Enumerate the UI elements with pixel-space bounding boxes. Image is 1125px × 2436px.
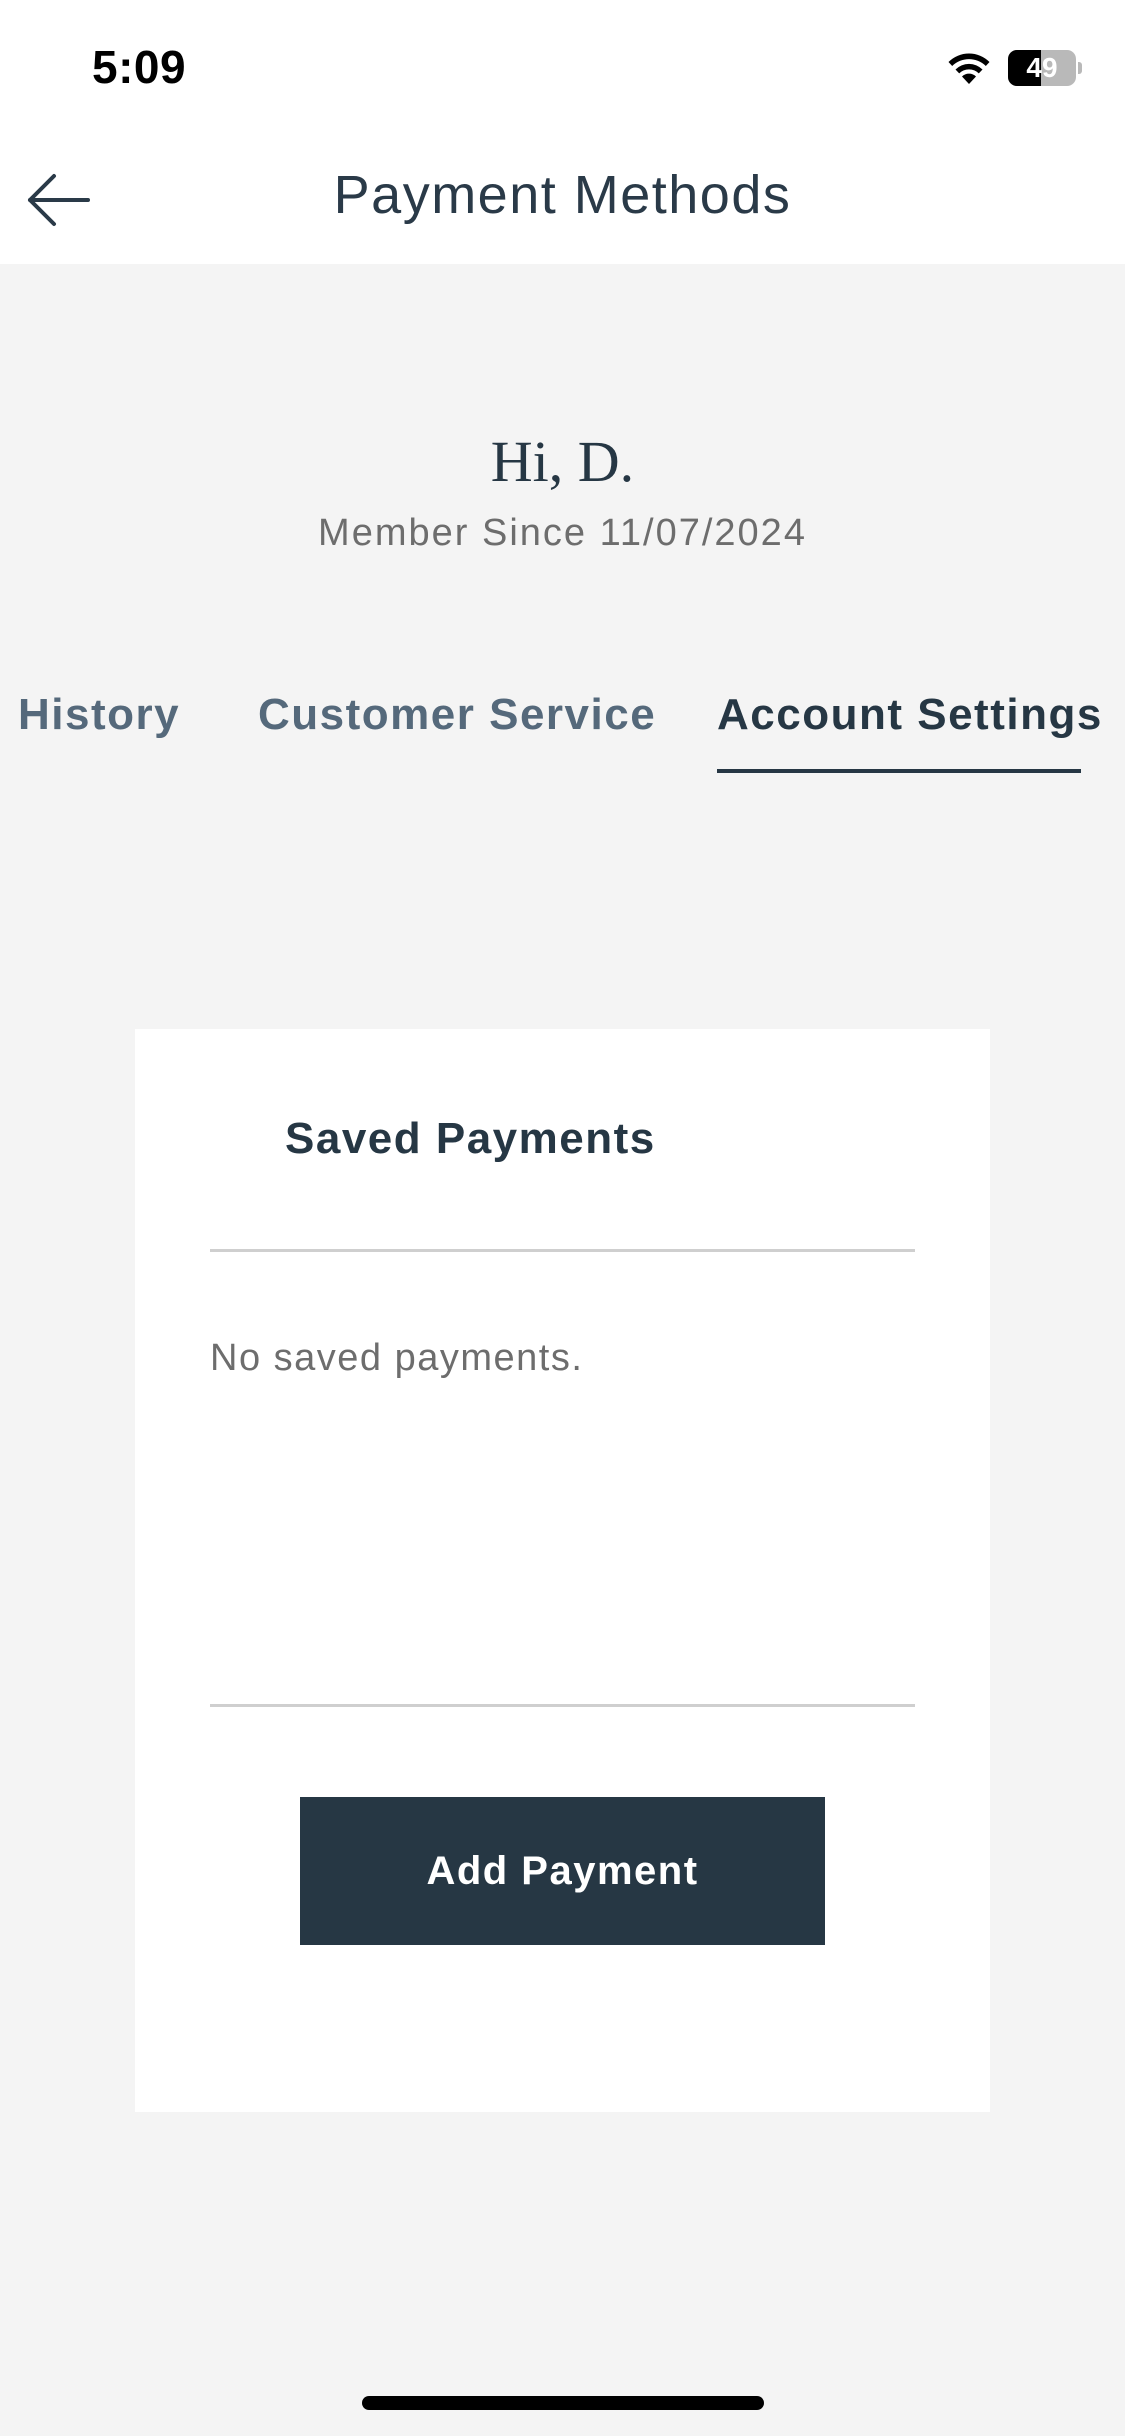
active-tab-indicator xyxy=(717,769,1081,773)
status-time: 5:09 xyxy=(92,41,187,93)
greeting-text: Hi, D. xyxy=(490,429,635,494)
home-indicator[interactable] xyxy=(362,2396,764,2410)
page-title: Payment Methods xyxy=(333,165,792,225)
tab-history[interactable]: History xyxy=(18,690,180,740)
battery-icon: 49 xyxy=(1008,50,1082,86)
add-payment-button[interactable]: Add Payment xyxy=(300,1797,825,1945)
saved-payments-title: Saved Payments xyxy=(285,1114,656,1163)
divider xyxy=(210,1249,915,1252)
tab-account-settings[interactable]: Account Settings xyxy=(717,690,1103,740)
member-since-text: Member Since 11/07/2024 xyxy=(318,512,807,554)
empty-state-message: No saved payments. xyxy=(210,1337,584,1379)
battery-level: 49 xyxy=(1026,52,1058,83)
saved-payments-card: Saved Payments No saved payments. Add Pa… xyxy=(135,1029,990,2112)
status-bar: 5:09 49 xyxy=(0,0,1125,140)
navigation-header: Payment Methods xyxy=(0,140,1125,264)
divider xyxy=(210,1704,915,1707)
tab-customer-service[interactable]: Customer Service xyxy=(258,690,656,740)
wifi-icon xyxy=(948,53,990,84)
